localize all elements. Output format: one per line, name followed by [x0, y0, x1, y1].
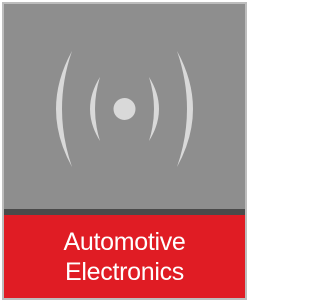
signal-broadcast-icon [56, 51, 193, 167]
center-dot [113, 98, 136, 120]
tile-label-area: Automotive Electronics [4, 215, 245, 298]
inner-right-wave [149, 77, 159, 141]
outer-left-wave [56, 51, 72, 167]
automotive-electronics-tile[interactable]: Automotive Electronics [2, 2, 247, 300]
tile-label-line2: Electronics [65, 257, 184, 286]
outer-right-wave [177, 51, 193, 167]
tile-icon-area [4, 4, 245, 209]
tile-label-line1: Automotive [63, 227, 186, 256]
inner-left-wave [90, 77, 100, 141]
